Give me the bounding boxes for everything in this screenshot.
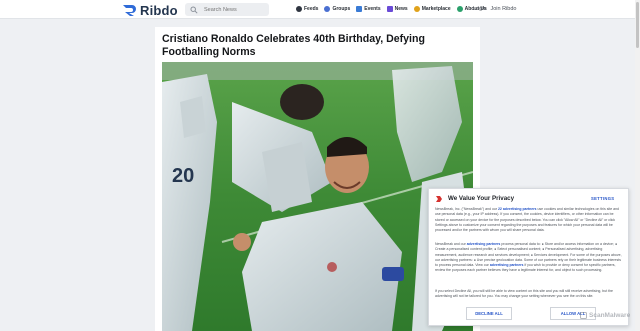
marketplace-icon	[413, 6, 420, 12]
groups-icon	[324, 6, 331, 12]
nav-feeds-label: Feeds	[304, 6, 319, 12]
scanmalware-watermark: ScanMalware	[580, 312, 630, 319]
login-link[interactable]: Login	[473, 6, 486, 12]
nav-news-label: News	[394, 6, 408, 12]
svg-text:20: 20	[172, 165, 194, 187]
decline-all-button[interactable]: DECLINE ALL	[466, 307, 512, 320]
nav-groups-label: Groups	[332, 6, 351, 12]
consent-p2-text-a: NewsBreak and our	[435, 242, 467, 246]
article-image: 20	[162, 62, 473, 331]
events-icon	[356, 6, 363, 12]
consent-p1-text-a: NewsBreak, Inc. ("NewsBreak") and our	[435, 207, 498, 211]
newsbreak-logo-icon	[436, 196, 442, 202]
consent-title: We Value Your Privacy	[448, 195, 515, 202]
page-scrollbar[interactable]	[635, 0, 640, 331]
advertising-partners-link-3[interactable]: advertising partners	[490, 263, 524, 267]
nav-groups[interactable]: Groups	[324, 6, 350, 12]
article-photo: 20	[162, 62, 473, 331]
scanmalware-logo-icon	[580, 312, 587, 319]
nav-events-label: Events	[364, 6, 381, 12]
nav-events[interactable]: Events	[356, 6, 381, 12]
advertising-partners-link-1[interactable]: 22 advertising partners	[498, 207, 537, 211]
nav-marketplace-label: Marketplace	[421, 6, 451, 12]
scrollbar-thumb[interactable]	[636, 2, 639, 48]
auth-links: Login Join Ribdo	[473, 6, 520, 12]
nav-news[interactable]: News	[386, 6, 408, 12]
site-logo[interactable]: Ribdo	[122, 2, 178, 18]
search-icon	[190, 5, 198, 14]
consent-paragraph-1: NewsBreak, Inc. ("NewsBreak") and our 22…	[435, 207, 623, 233]
news-icon	[386, 6, 393, 12]
consent-paragraph-3: If you select Decline All, you will stil…	[435, 289, 614, 299]
consent-paragraph-2: NewsBreak and our advertising partners p…	[435, 242, 623, 274]
nav-marketplace[interactable]: Marketplace	[413, 6, 451, 12]
search-input[interactable]	[204, 6, 264, 13]
ribdo-logo-icon	[123, 4, 136, 16]
watermark-text: ScanMalware	[589, 312, 631, 319]
article-title: Cristiano Ronaldo Celebrates 40th Birthd…	[162, 33, 425, 58]
join-link[interactable]: Join Ribdo	[490, 6, 516, 12]
search-box[interactable]	[185, 3, 269, 16]
advertising-partners-link-2[interactable]: advertising partners	[467, 242, 501, 246]
feeds-icon	[296, 6, 302, 12]
about-icon	[456, 6, 463, 12]
main-nav: Feeds Groups Events News Marketplace Abo…	[296, 6, 493, 12]
logo-text: Ribdo	[140, 2, 178, 18]
nav-feeds[interactable]: Feeds	[296, 6, 318, 12]
site-header: Ribdo Feeds Groups Events News Marketpla…	[0, 0, 640, 19]
consent-settings-link[interactable]: SETTINGS	[591, 196, 614, 201]
cookie-consent-dialog: We Value Your Privacy SETTINGS NewsBreak…	[428, 188, 629, 326]
